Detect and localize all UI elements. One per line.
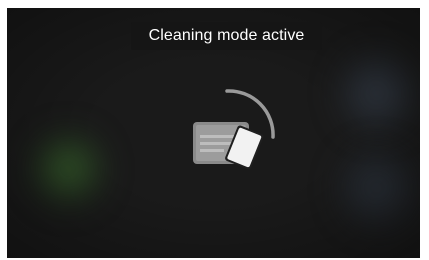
camera-view: Cleaning mode active	[7, 8, 420, 258]
cleaning-card-icon	[193, 89, 275, 170]
cleaning-indicator	[191, 86, 283, 182]
status-banner-text: Cleaning mode active	[148, 27, 305, 44]
status-banner: Cleaning mode active	[131, 22, 322, 50]
